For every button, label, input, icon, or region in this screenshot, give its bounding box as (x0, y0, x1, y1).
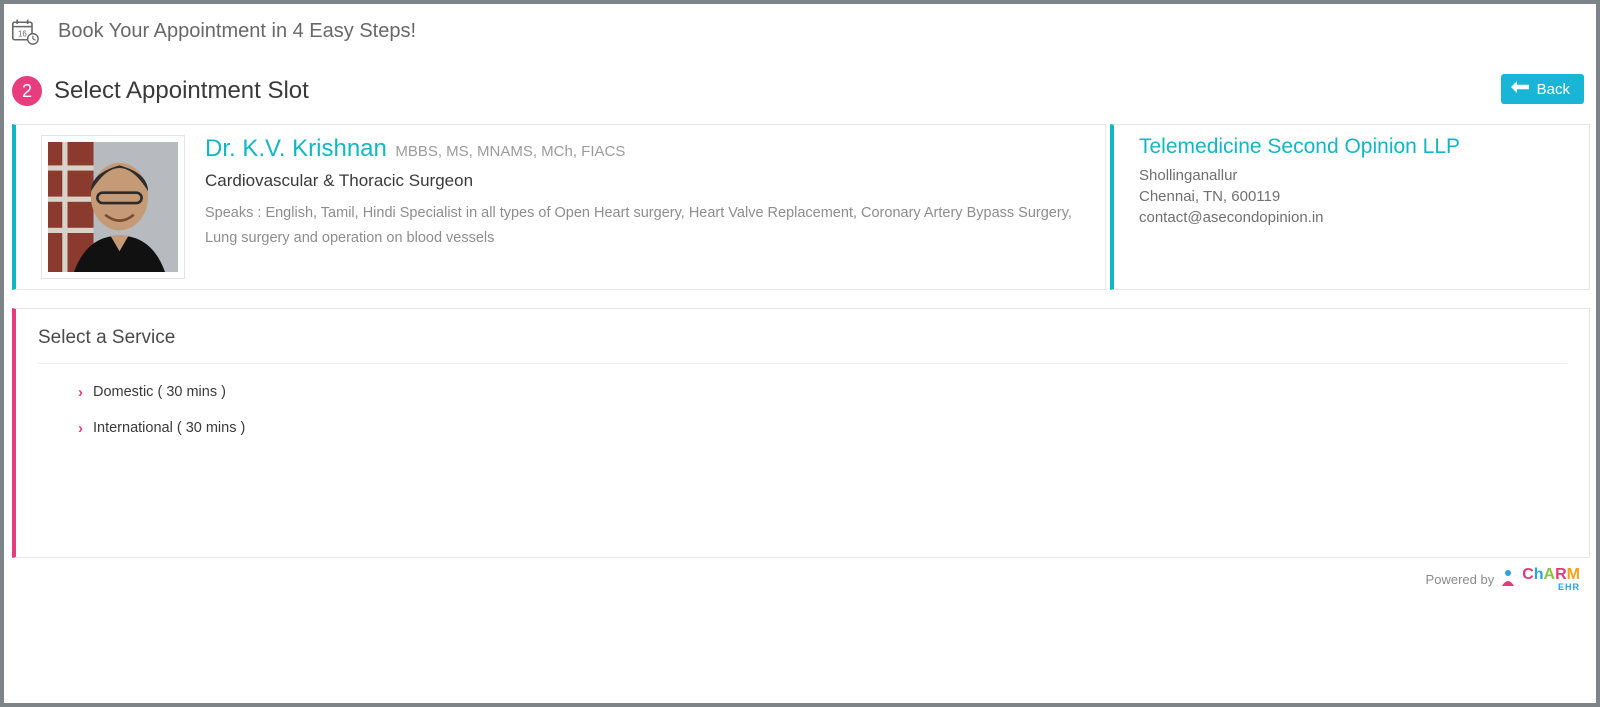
step-number-badge: 2 (12, 76, 42, 106)
step-header: 2 Select Appointment Slot Back (10, 76, 1590, 106)
doctor-meta: Dr. K.V. Krishnan MBBS, MS, MNAMS, MCh, … (205, 135, 1093, 252)
doctor-description: Speaks : English, Tamil, Hindi Specialis… (205, 201, 1093, 252)
calendar-day: 16 (18, 29, 27, 38)
calendar-icon: 16 (10, 16, 40, 46)
chevron-right-icon: › (78, 421, 83, 436)
clinic-address-1: Shollinganallur (1139, 167, 1577, 184)
banner-text: Book Your Appointment in 4 Easy Steps! (58, 20, 416, 43)
chevron-right-icon: › (78, 385, 83, 400)
service-item-label: Domestic ( 30 mins ) (93, 384, 226, 400)
back-button[interactable]: Back (1501, 74, 1584, 104)
powered-by-label: Powered by (1426, 572, 1495, 587)
clinic-card: Telemedicine Second Opinion LLP Sholling… (1110, 124, 1590, 290)
doctor-avatar-frame (41, 135, 185, 279)
service-panel: Select a Service › Domestic ( 30 mins ) … (12, 308, 1590, 558)
service-item-international[interactable]: › International ( 30 mins ) (78, 410, 1567, 446)
clinic-name: Telemedicine Second Opinion LLP (1139, 135, 1577, 159)
doctor-avatar (48, 142, 178, 272)
service-list: › Domestic ( 30 mins ) › International (… (38, 364, 1567, 446)
charm-person-icon (1500, 569, 1516, 590)
clinic-address-2: Chennai, TN, 600119 (1139, 188, 1577, 205)
arrow-left-icon (1511, 80, 1529, 98)
service-panel-title: Select a Service (38, 327, 1567, 364)
back-button-label: Back (1537, 81, 1570, 98)
clinic-email: contact@asecondopinion.in (1139, 209, 1577, 226)
service-item-domestic[interactable]: › Domestic ( 30 mins ) (78, 374, 1567, 410)
step-title: Select Appointment Slot (54, 77, 309, 105)
doctor-role: Cardiovascular & Thoracic Surgeon (205, 171, 1093, 191)
charm-logo: ChARM EHR (1522, 566, 1580, 592)
doctor-card: Dr. K.V. Krishnan MBBS, MS, MNAMS, MCh, … (12, 124, 1106, 290)
service-item-label: International ( 30 mins ) (93, 420, 245, 436)
info-row: Dr. K.V. Krishnan MBBS, MS, MNAMS, MCh, … (10, 124, 1590, 290)
top-banner: 16 Book Your Appointment in 4 Easy Steps… (10, 10, 1590, 54)
footer: Powered by ChARM EHR (10, 558, 1590, 592)
charm-logo-sub: EHR (1522, 582, 1580, 592)
doctor-qualifications: MBBS, MS, MNAMS, MCh, FIACS (395, 143, 625, 160)
doctor-name: Dr. K.V. Krishnan (205, 135, 387, 162)
